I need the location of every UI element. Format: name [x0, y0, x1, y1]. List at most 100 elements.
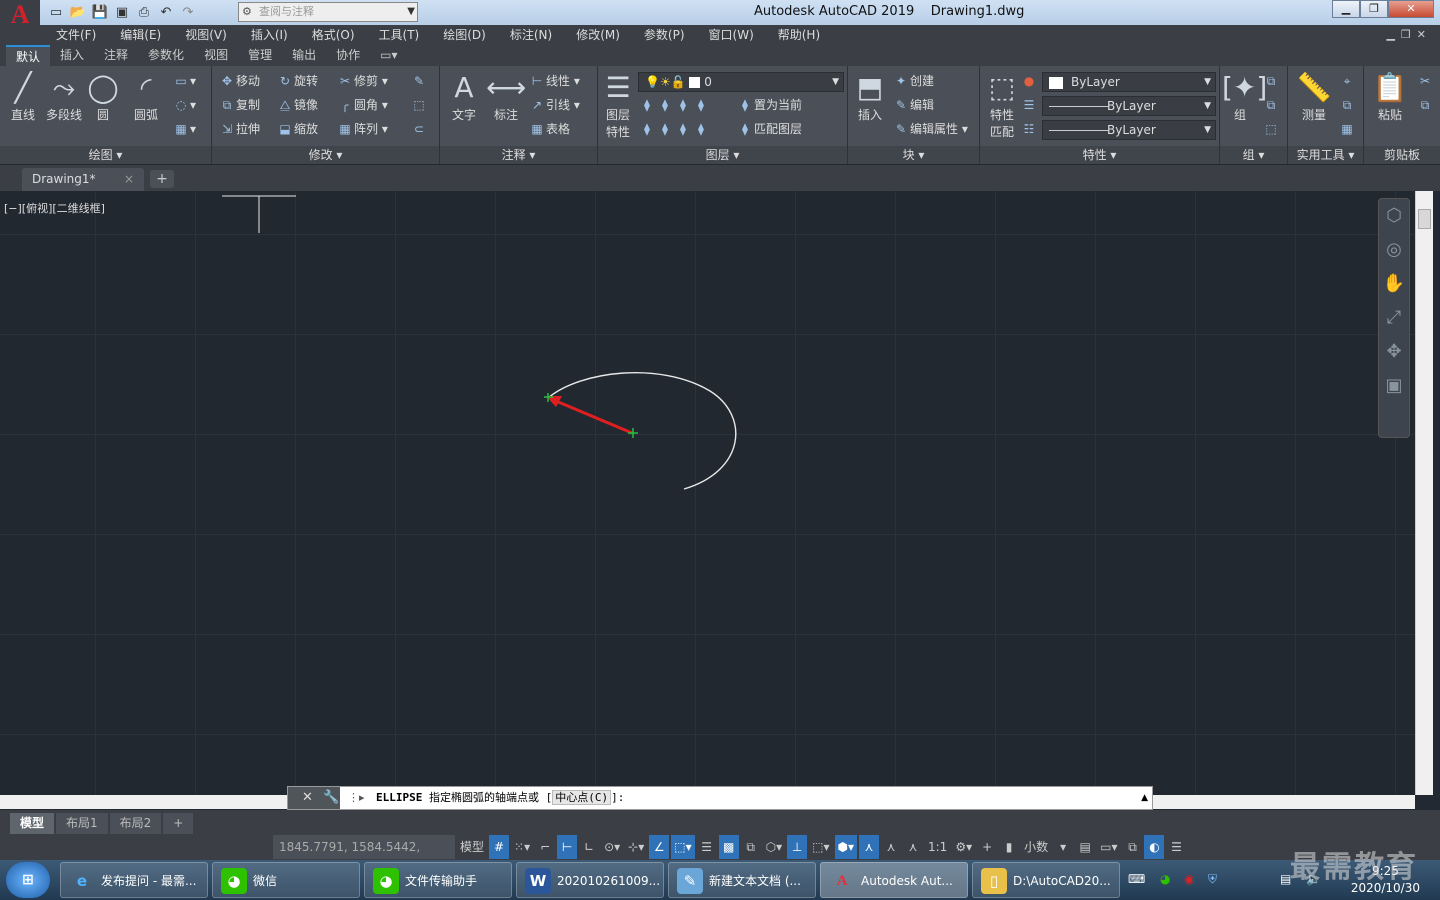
color-wheel-icon[interactable]: ● [1020, 70, 1038, 92]
tab-layout2[interactable]: 布局2 [109, 813, 162, 834]
menu-format[interactable]: 格式(O) [300, 25, 367, 45]
trim-button[interactable]: ✂ 修剪 ▾ [336, 70, 388, 92]
menu-window[interactable]: 窗口(W) [697, 25, 766, 45]
tab-model[interactable]: 模型 [10, 813, 55, 834]
weibo-icon[interactable]: ◉ [1184, 872, 1194, 886]
menu-edit[interactable]: 编辑(E) [108, 25, 173, 45]
insert-block-button[interactable]: ⬒ 插入 [850, 70, 890, 123]
menu-draw[interactable]: 绘图(D) [431, 25, 498, 45]
properties-panel-title[interactable]: 特性 ▾ [980, 146, 1219, 164]
linear-button[interactable]: ⊢ 线性 ▾ [528, 70, 580, 92]
object-snap-icon[interactable]: ⬚▾ [671, 835, 695, 859]
ellipse-arc[interactable] [547, 371, 737, 490]
ribbon-toggle-icon[interactable]: ▭▾ [370, 45, 407, 66]
zoom-extents-icon[interactable]: ⤢ [1379, 301, 1409, 335]
cursor-coordinates[interactable]: 1845.7791, 1584.5442, 0.0000 [273, 835, 455, 878]
document-tab[interactable]: Drawing1* × [22, 168, 144, 191]
array-button[interactable]: ▦ 阵列 ▾ [336, 118, 388, 140]
menu-tools[interactable]: 工具(T) [367, 25, 432, 45]
menu-help[interactable]: 帮助(H) [766, 25, 832, 45]
group-select-button[interactable]: ⬚ [1262, 118, 1280, 140]
quick-properties-icon[interactable]: ▤ [1075, 835, 1095, 859]
copy-button[interactable]: ⧉ 复制 [218, 94, 260, 116]
mirror-button[interactable]: ⧋ 镜像 [276, 94, 318, 116]
units-dropdown[interactable]: 小数 [1021, 835, 1051, 859]
measure-button[interactable]: 📏 测量 [1290, 70, 1338, 123]
tab-collaborate[interactable]: 协作 [326, 45, 370, 66]
annotation-scale-icon[interactable]: ⋏ [903, 835, 923, 859]
3d-osnap-icon[interactable]: ⬡▾ [763, 835, 786, 859]
groups-panel-title[interactable]: 组 ▾ [1220, 146, 1287, 164]
rotate-button[interactable]: ↻ 旋转 [276, 70, 318, 92]
layer-tools-row2[interactable]: ⧫ ⧫ ⧫ ⧫ [638, 118, 710, 140]
polyline-button[interactable]: ⤳ 多段线 [42, 70, 86, 123]
annotation-panel-title[interactable]: 注释 ▾ [440, 146, 597, 164]
auto-scale-icon[interactable]: ⋏ [881, 835, 901, 859]
vertical-scroll-thumb[interactable] [1418, 209, 1431, 229]
tab-view[interactable]: 视图 [194, 45, 238, 66]
annotation-scale-value[interactable]: 1:1 [925, 835, 950, 859]
menu-view[interactable]: 视图(V) [173, 25, 239, 45]
offset-button[interactable]: ⊂ [410, 118, 428, 140]
layer-tools-row1[interactable]: ⧫ ⧫ ⧫ ⧫ [638, 94, 710, 116]
workspace-selector[interactable]: ⚙ 查阅与注释 ▼ [238, 2, 418, 22]
dynamic-input-icon[interactable]: ⊢ [557, 835, 578, 859]
tab-manage[interactable]: 管理 [238, 45, 282, 66]
polar-tracking-icon[interactable]: ⊙▾ [601, 835, 623, 859]
text-button[interactable]: A 文字 [444, 70, 484, 123]
close-command-icon[interactable]: ✕ [302, 790, 313, 805]
linetype-dropdown[interactable]: ByLayer ▼ [1042, 120, 1216, 140]
boundary-button[interactable]: ▦ ▾ [172, 118, 196, 140]
customize-wrench-icon[interactable]: 🔧 [323, 790, 339, 805]
menu-file[interactable]: 文件(F) [44, 25, 108, 45]
set-current-button[interactable]: ⧫ 置为当前 [736, 94, 802, 116]
erase-button[interactable]: ✎ [410, 70, 428, 92]
new-file-icon[interactable]: ▭ [46, 3, 66, 23]
group-button[interactable]: [✦] 组 [1222, 70, 1267, 123]
new-tab-button[interactable]: + [150, 170, 174, 188]
table-button[interactable]: ▦ 表格 [528, 118, 570, 140]
dynamic-ucs-icon[interactable]: ⊥ [787, 835, 808, 859]
ungroup-button[interactable]: ⧉ [1262, 70, 1280, 92]
match-layer-button[interactable]: ⧫ 匹配图层 [736, 118, 802, 140]
gizmo-icon[interactable]: ⬢▾ [834, 835, 857, 859]
edit-block-button[interactable]: ✎ 编辑 [892, 94, 934, 116]
maximize-button[interactable]: ❐ [1360, 0, 1388, 18]
hatch-button[interactable]: ◌ ▾ [172, 94, 196, 116]
layer-properties-button[interactable]: ☰ 图层 特性 [600, 70, 636, 140]
menu-dimension[interactable]: 标注(N) [498, 25, 564, 45]
block-panel-title[interactable]: 块 ▾ [848, 146, 979, 164]
menu-insert[interactable]: 插入(I) [239, 25, 300, 45]
scale-button[interactable]: ⬓ 缩放 [276, 118, 318, 140]
save-icon[interactable]: 💾 [90, 3, 110, 23]
units-chevron-icon[interactable]: ▾ [1053, 835, 1073, 859]
selection-cycling-icon[interactable]: ⧉ [741, 835, 761, 859]
calculator-button[interactable]: ▦ [1338, 118, 1356, 140]
add-layout-button[interactable]: + [163, 813, 194, 834]
workspace-gear-icon[interactable]: ⚙▾ [952, 835, 975, 859]
security-shield-icon[interactable]: ⛨ [1208, 872, 1217, 887]
tab-annotate[interactable]: 注释 [94, 45, 138, 66]
full-navigation-wheel-icon[interactable]: ◎ [1379, 233, 1409, 267]
line-button[interactable]: ╱ 直线 [4, 70, 42, 123]
object-snap-tracking-icon[interactable]: ∠ [649, 835, 670, 859]
id-point-button[interactable]: ⌖ [1338, 70, 1356, 92]
cut-button[interactable]: ✂ [1416, 70, 1434, 92]
customization-icon[interactable]: ☰ [1166, 835, 1186, 859]
annotation-monitor-icon[interactable]: + [977, 835, 997, 859]
close-tab-icon[interactable]: × [124, 168, 134, 191]
edit-attribute-button[interactable]: ✎ 编辑属性 ▾ [892, 118, 968, 140]
close-button[interactable]: ✕ [1388, 0, 1434, 18]
quick-select-button[interactable]: ⧉ [1338, 94, 1356, 116]
snap-icon[interactable]: ⁙▾ [511, 835, 533, 859]
undo-icon[interactable]: ↶ [156, 3, 176, 23]
minimize-button[interactable]: ▁ [1332, 0, 1360, 18]
tab-parametric[interactable]: 参数化 [138, 45, 194, 66]
redo-icon[interactable]: ↷ [178, 3, 198, 23]
color-dropdown[interactable]: ByLayer ▼ [1042, 72, 1216, 92]
rectangle-button[interactable]: ▭ ▾ [172, 70, 196, 92]
center-option-button[interactable]: 中心点(C) [552, 790, 612, 805]
infer-constraints-icon[interactable]: ⌐ [535, 835, 555, 859]
paste-button[interactable]: 📋 粘贴 [1368, 70, 1412, 123]
explode-button[interactable]: ⬚ [410, 94, 428, 116]
